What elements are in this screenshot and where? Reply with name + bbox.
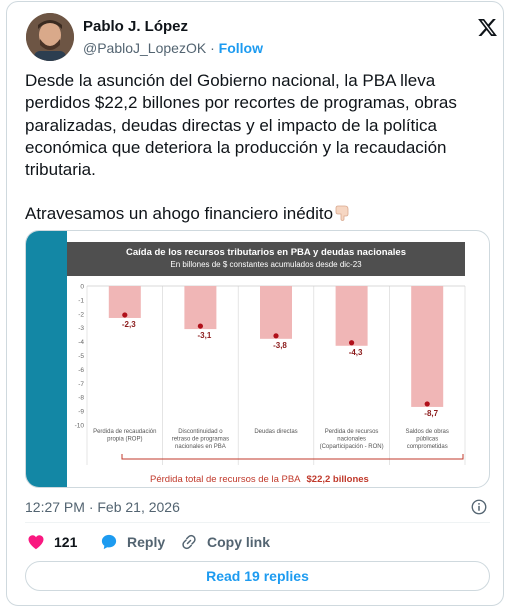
- follow-button[interactable]: Follow: [219, 40, 263, 56]
- category-label: Saldos de obras: [406, 429, 449, 435]
- bar: [184, 286, 217, 330]
- author-name[interactable]: Pablo J. López: [83, 18, 188, 35]
- link-icon: [182, 534, 196, 550]
- reply-label: Reply: [127, 534, 166, 550]
- tweet-text: Desde la asunción del Gobierno nacional,…: [25, 70, 490, 226]
- y-tick-label: -6: [78, 367, 84, 374]
- data-point: [197, 323, 203, 329]
- copy-link-label: Copy link: [207, 534, 271, 550]
- category-label: públicas: [416, 437, 438, 443]
- likes-count: 121: [54, 534, 78, 550]
- speech-bubble-icon: [101, 534, 117, 550]
- category-label: Perdida de recaudación: [93, 429, 156, 435]
- divider: [25, 522, 490, 523]
- category-label: nacionales: [337, 437, 366, 443]
- chart-header: Caída de los recursos tributarios en PBA…: [67, 242, 465, 276]
- tweet-paragraph-2: Atravesamos un ahogo financiero inédito: [25, 204, 334, 224]
- heart-icon: [28, 535, 44, 550]
- separator-dot: ·: [210, 40, 219, 56]
- data-point: [424, 401, 430, 407]
- chart-total-label: Pérdida total de recursos de la PBA: [150, 474, 301, 485]
- author-handle[interactable]: @PabloJ_LopezOK: [83, 40, 206, 56]
- category-label: Perdida de recursos: [325, 429, 379, 435]
- y-tick-label: -5: [78, 353, 84, 360]
- copy-link-button[interactable]: Copy link: [180, 533, 270, 551]
- tweet-paragraph-1: Desde la asunción del Gobierno nacional,…: [25, 71, 462, 180]
- bar: [411, 286, 444, 407]
- chart-title: Caída de los recursos tributarios en PBA…: [126, 247, 406, 258]
- avatar-image: [26, 13, 74, 61]
- reply-button[interactable]: Reply: [100, 533, 165, 551]
- tweet-timestamp[interactable]: 12:27 PM · Feb 21, 2026: [25, 499, 180, 515]
- y-tick-label: -2: [78, 311, 84, 318]
- bar: [335, 286, 368, 346]
- chart-total-value: $22,2 billones: [306, 474, 369, 485]
- tweet-paragraph-2-row: Atravesamos un ahogo financiero inédito: [25, 203, 490, 225]
- author-handle-row: @PabloJ_LopezOK · Follow: [83, 40, 263, 56]
- action-bar: 121 Reply Copy link: [25, 533, 490, 553]
- read-replies-button[interactable]: Read 19 replies: [25, 561, 490, 591]
- y-tick-label: -7: [78, 381, 84, 388]
- bar-chart: 0 -1 -2 -3 -4 -5 -6 -7 -8 -9 -10 -2,3 Perdida de rec…: [75, 284, 466, 465]
- category-label: retraso de programas: [172, 437, 229, 443]
- data-point: [122, 312, 128, 318]
- data-label: -2,3: [122, 320, 136, 329]
- y-tick-label: -10: [75, 423, 85, 430]
- data-label: -4,3: [349, 348, 363, 357]
- category-label: (Coparticipación - RON): [320, 444, 384, 450]
- category-label: nacionales en PBA: [175, 444, 226, 450]
- category-label: Deudas directas: [254, 429, 297, 435]
- chart-total: Pérdida total de recursos de la PBA $22,2…: [150, 474, 369, 485]
- y-tick-label: -4: [78, 339, 84, 346]
- x-logo-icon[interactable]: [477, 17, 498, 38]
- y-tick-label: 0: [80, 284, 84, 291]
- category-label: comprometidas: [407, 444, 448, 450]
- y-tick-label: -8: [78, 395, 84, 402]
- total-bracket: [121, 454, 464, 460]
- bar: [260, 286, 292, 339]
- data-point: [273, 333, 279, 339]
- y-tick-label: -9: [78, 409, 84, 416]
- data-label: -8,7: [424, 409, 438, 418]
- data-point: [349, 340, 355, 346]
- y-tick-label: -3: [78, 325, 84, 332]
- like-button[interactable]: 121: [27, 533, 77, 551]
- category-label: propia (ROP): [107, 437, 142, 443]
- chart-image[interactable]: Caída de los recursos tributarios en PBA…: [25, 230, 490, 488]
- chart-accent-bar: [26, 231, 67, 487]
- data-label: -3,1: [198, 331, 212, 340]
- pointing-down-hand-icon: [335, 206, 349, 222]
- y-tick-label: -1: [78, 297, 84, 304]
- data-label: -3,8: [273, 341, 287, 350]
- avatar[interactable]: [26, 13, 74, 61]
- chart-subtitle: En billones de $ constantes acumulados d…: [170, 260, 362, 269]
- category-label: Discontinuidad o: [178, 429, 223, 435]
- info-icon[interactable]: [470, 498, 488, 516]
